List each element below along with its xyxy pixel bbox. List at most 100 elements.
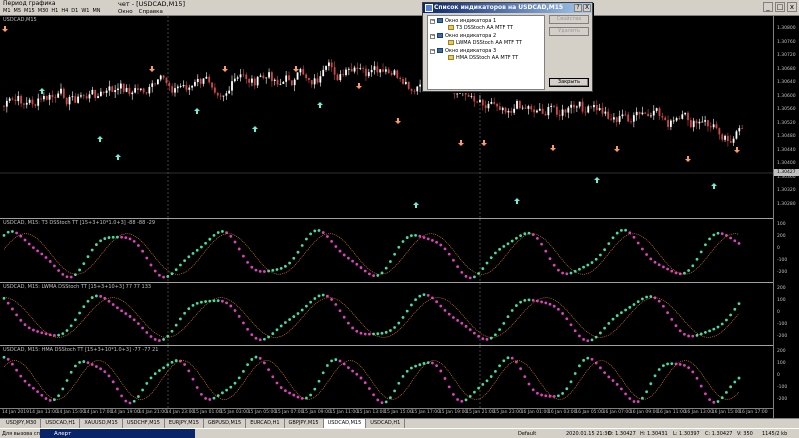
chart-tab[interactable]: USDCAD,H1 <box>366 419 406 428</box>
chart-tab[interactable]: USDCAD,M15 <box>323 419 367 428</box>
indicator-tree[interactable]: − Окно индикатора 1 T3 DSStoch AA MTF TT… <box>427 15 545 90</box>
candle-body <box>362 68 364 69</box>
menu-bar: Окно Справка <box>118 9 163 16</box>
chart-tab[interactable]: USDJPY,M30 <box>2 419 42 428</box>
oscillator-up-dot <box>611 236 615 240</box>
oscillator-up-dot <box>296 250 300 254</box>
restore-button[interactable]: □ <box>775 2 785 12</box>
candle-body <box>459 92 461 94</box>
oscillator-up-dot <box>506 315 510 319</box>
chart-tab[interactable]: USDCHF,M15 <box>123 419 165 428</box>
candle-body <box>556 106 558 115</box>
oscillator-tick-label: -100 <box>777 258 788 263</box>
expand-toggle-icon[interactable]: − <box>430 34 435 39</box>
chart-tab[interactable]: EURCAD,H1 <box>246 419 285 428</box>
dialog-close-icon[interactable]: X <box>583 4 591 12</box>
time-axis[interactable]: 14 Jan 2019 14 Jan 13:00 14 Jan 15:00 14 Ja… <box>0 408 773 418</box>
price-axis[interactable]: 1.30800 1.30760 1.30720 1.30680 1.30640 1.306… <box>773 16 799 418</box>
candle-body <box>504 107 507 113</box>
oscillator-up-dot <box>65 329 69 332</box>
candle-body <box>279 83 282 85</box>
oscillator-up-dot <box>99 239 102 243</box>
oscillator-down-dot <box>636 400 640 403</box>
oscillator-down-dot <box>48 398 52 402</box>
oscillator-down-dot <box>720 232 724 236</box>
menu-window[interactable]: Окно <box>118 9 133 16</box>
oscillator-down-dot <box>531 388 535 392</box>
dialog-help-button[interactable]: ? <box>574 4 582 12</box>
close-window-button[interactable]: x <box>787 2 797 12</box>
candle-body <box>521 107 524 109</box>
tree-indicator-1[interactable]: T3 DSStoch AA MTF TT <box>448 25 513 31</box>
delete-button[interactable]: Удалить <box>549 27 589 36</box>
oscillator-up-dot <box>191 303 195 307</box>
properties-button[interactable]: Свойства <box>549 15 589 24</box>
chart-tab[interactable]: GBPJPY,M15 <box>285 419 324 428</box>
tree-window-2[interactable]: Окно индикатора 2 <box>437 33 496 39</box>
timeframe-m1-button[interactable]: M1 <box>2 8 12 15</box>
timeframe-d1-button[interactable]: D1 <box>70 8 80 15</box>
buy-arrow-icon <box>594 177 600 183</box>
candle-body <box>219 95 222 97</box>
oscillator-pane-2[interactable]: USDCAD, M15: LWMA DSStoch TT [15+3+10+3]… <box>0 283 773 346</box>
candle-body <box>675 118 678 121</box>
close-dialog-button[interactable]: Закрыть <box>549 78 589 87</box>
tree-window-1[interactable]: Окно индикатора 1 <box>437 18 496 24</box>
timeframe-w1-button[interactable]: W1 <box>80 8 91 15</box>
price-tick-label: 1.30800 <box>777 26 796 31</box>
candle-body <box>176 86 179 89</box>
oscillator-down-dot <box>15 313 18 317</box>
chart-area[interactable]: USDCAD,M15 USDCAD, M15: T3 DSStoch TT [1… <box>0 16 799 418</box>
oscillator-down-dot <box>565 272 569 276</box>
oscillator-down-dot <box>523 375 527 378</box>
timeframe-h4-button[interactable]: H4 <box>60 8 70 15</box>
timeframe-m5-button[interactable]: M5 <box>12 8 22 15</box>
oscillator-pane-1[interactable]: USDCAD, M15: T3 DSStoch TT [15+3+10*1.0+… <box>0 219 773 283</box>
chart-tab[interactable]: USDCAD,H1 <box>41 419 81 428</box>
oscillator-up-dot <box>137 395 140 398</box>
chart-tab[interactable]: XAUUSD,M15 <box>80 419 123 428</box>
oscillator-up-dot <box>158 369 161 372</box>
chart-tab[interactable]: EURJPY,M15 <box>165 419 204 428</box>
candle-body <box>57 93 60 98</box>
oscillator-down-dot <box>376 398 380 402</box>
tree-indicator-3[interactable]: HMA DSStoch AA MTF TT <box>448 55 518 61</box>
candle-body <box>325 66 327 70</box>
timeframe-mn-button[interactable]: MN <box>91 8 102 15</box>
tree-indicator-2[interactable]: LWMA DSStoch AA MTF TT <box>448 40 522 46</box>
title-bar-right: _ □ x <box>594 0 799 16</box>
candle-body <box>456 93 459 95</box>
price-pane[interactable]: USDCAD,M15 <box>0 16 773 219</box>
alert-window-button[interactable]: Алерт <box>40 429 195 438</box>
candle-body <box>102 91 105 93</box>
oscillator-up-dot <box>653 374 657 378</box>
timeframe-h1-button[interactable]: H1 <box>50 8 60 15</box>
oscillator-down-dot <box>695 376 699 380</box>
candle-body <box>182 85 185 87</box>
tree-window-3[interactable]: Окно индикатора 3 <box>437 48 496 54</box>
expand-toggle-icon[interactable]: − <box>430 19 435 24</box>
oscillator-up-dot <box>418 363 422 367</box>
candle-body <box>202 78 205 84</box>
oscillator-tick-label: 200 <box>777 234 786 239</box>
oscillator-up-dot <box>502 359 506 363</box>
candle-body <box>328 62 330 67</box>
menu-help[interactable]: Справка <box>139 9 163 16</box>
minimize-button[interactable]: _ <box>763 2 773 12</box>
time-tick-label: 15 Jan 11:00 <box>329 410 359 415</box>
timeframe-m15-button[interactable]: M15 <box>23 8 36 15</box>
chart-tab[interactable]: GBPUSD,M15 <box>204 419 247 428</box>
candle-body <box>681 114 684 119</box>
candle-body <box>208 76 211 83</box>
indicator-icon <box>448 55 454 60</box>
oscillator-down-dot <box>435 364 438 368</box>
oscillator-up-dot <box>111 235 115 239</box>
oscillator-down-dot <box>645 253 648 256</box>
oscillator-up-dot <box>704 243 707 247</box>
expand-toggle-icon[interactable]: − <box>430 49 435 54</box>
timeframe-m30-button[interactable]: M30 <box>36 8 50 15</box>
sell-arrow-icon <box>356 83 362 89</box>
price-tick-label: 1.30480 <box>777 134 796 139</box>
oscillator-pane-3[interactable]: USDCAD, M15: HMA DSStoch TT [15+3+10*1.0… <box>0 346 773 408</box>
oscillator-down-dot <box>284 389 287 393</box>
